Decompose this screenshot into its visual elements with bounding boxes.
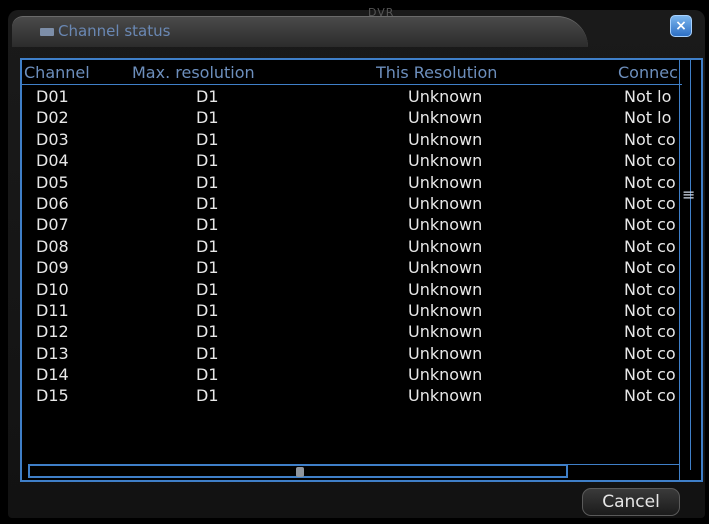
- cell-connection: Not co: [624, 386, 676, 406]
- title-tab: Channel status: [12, 16, 588, 47]
- table-row[interactable]: D06 D1 Unknown Not co: [22, 193, 682, 214]
- cell-this-resolution: Unknown: [408, 300, 483, 320]
- cell-max-resolution: D1: [196, 87, 219, 106]
- cell-channel: D10: [36, 279, 69, 299]
- cell-this-resolution: Unknown: [408, 365, 483, 385]
- cell-max-resolution: D1: [196, 129, 219, 149]
- cell-this-resolution: Unknown: [408, 172, 483, 192]
- cell-connection: Not co: [624, 151, 676, 171]
- cell-max-resolution: D1: [196, 172, 219, 192]
- cell-max-resolution: D1: [196, 215, 219, 235]
- cell-this-resolution: Unknown: [408, 87, 483, 106]
- cell-channel: D12: [36, 322, 69, 342]
- vertical-scrollbar[interactable]: ≡: [679, 60, 701, 480]
- table-row[interactable]: D01 D1 Unknown Not lo: [22, 86, 682, 107]
- cell-connection: Not lo: [624, 87, 672, 106]
- cell-channel: D13: [36, 343, 69, 363]
- table-row[interactable]: D03 D1 Unknown Not co: [22, 129, 682, 150]
- horizontal-scrollbar[interactable]: [28, 464, 568, 478]
- horizontal-scroll-thumb[interactable]: [296, 467, 304, 477]
- cell-max-resolution: D1: [196, 108, 219, 128]
- channel-table-panel: Channel Max. resolution This Resolution …: [20, 58, 703, 482]
- cell-channel: D08: [36, 236, 69, 256]
- cell-connection: Not co: [624, 215, 676, 235]
- cell-connection: Not co: [624, 300, 676, 320]
- cell-channel: D04: [36, 151, 69, 171]
- vertical-scroll-thumb[interactable]: ≡: [682, 187, 695, 203]
- cell-max-resolution: D1: [196, 386, 219, 406]
- cell-this-resolution: Unknown: [408, 236, 483, 256]
- cell-this-resolution: Unknown: [408, 386, 483, 406]
- table-row[interactable]: D12 D1 Unknown Not co: [22, 321, 682, 342]
- cell-channel: D03: [36, 129, 69, 149]
- cell-channel: D01: [36, 87, 69, 106]
- cell-this-resolution: Unknown: [408, 258, 483, 278]
- cell-this-resolution: Unknown: [408, 343, 483, 363]
- table-row[interactable]: D02 D1 Unknown Not lo: [22, 107, 682, 128]
- cancel-button[interactable]: Cancel: [582, 488, 680, 516]
- cell-max-resolution: D1: [196, 300, 219, 320]
- header-channel[interactable]: Channel: [24, 62, 124, 83]
- close-icon: ×: [675, 18, 687, 34]
- window-icon: [40, 28, 54, 36]
- cell-max-resolution: D1: [196, 365, 219, 385]
- table-row[interactable]: D08 D1 Unknown Not co: [22, 236, 682, 257]
- cell-channel: D07: [36, 215, 69, 235]
- vertical-scroll-track: [690, 60, 691, 470]
- cell-channel: D06: [36, 193, 69, 213]
- cell-channel: D15: [36, 386, 69, 406]
- table-row[interactable]: D07 D1 Unknown Not co: [22, 214, 682, 235]
- table-header: Channel Max. resolution This Resolution …: [22, 60, 682, 85]
- cell-this-resolution: Unknown: [408, 322, 483, 342]
- cell-connection: Not co: [624, 365, 676, 385]
- table-body: D01 D1 Unknown Not lo D02 D1 Unknown Not lo D03 D…: [22, 86, 682, 407]
- cell-this-resolution: Unknown: [408, 108, 483, 128]
- cell-connection: Not co: [624, 236, 676, 256]
- cell-this-resolution: Unknown: [408, 215, 483, 235]
- header-connection[interactable]: Connec: [618, 62, 682, 83]
- cell-connection: Not co: [624, 322, 676, 342]
- cell-connection: Not co: [624, 343, 676, 363]
- cell-max-resolution: D1: [196, 236, 219, 256]
- cell-this-resolution: Unknown: [408, 129, 483, 149]
- header-max-resolution[interactable]: Max. resolution: [132, 62, 302, 83]
- horizontal-scroll-track: [568, 464, 680, 478]
- table-row[interactable]: D13 D1 Unknown Not co: [22, 343, 682, 364]
- cell-max-resolution: D1: [196, 322, 219, 342]
- cell-this-resolution: Unknown: [408, 279, 483, 299]
- cell-max-resolution: D1: [196, 151, 219, 171]
- table-row[interactable]: D10 D1 Unknown Not co: [22, 279, 682, 300]
- cell-connection: Not co: [624, 129, 676, 149]
- window-title: Channel status: [58, 22, 171, 40]
- cell-this-resolution: Unknown: [408, 193, 483, 213]
- close-button[interactable]: ×: [670, 15, 692, 37]
- table-row[interactable]: D04 D1 Unknown Not co: [22, 150, 682, 171]
- cell-max-resolution: D1: [196, 343, 219, 363]
- table-row[interactable]: D05 D1 Unknown Not co: [22, 172, 682, 193]
- channel-status-window: DVR Channel status × Channel Max. resolu…: [8, 6, 705, 518]
- header-this-resolution[interactable]: This Resolution: [376, 62, 546, 83]
- cell-connection: Not co: [624, 193, 676, 213]
- cell-max-resolution: D1: [196, 258, 219, 278]
- cell-connection: Not co: [624, 258, 676, 278]
- cell-this-resolution: Unknown: [408, 151, 483, 171]
- table-row[interactable]: D09 D1 Unknown Not co: [22, 257, 682, 278]
- cell-channel: D02: [36, 108, 69, 128]
- channel-table: Channel Max. resolution This Resolution …: [22, 60, 682, 480]
- table-row[interactable]: D14 D1 Unknown Not co: [22, 364, 682, 385]
- cell-max-resolution: D1: [196, 193, 219, 213]
- cell-max-resolution: D1: [196, 279, 219, 299]
- table-row[interactable]: D15 D1 Unknown Not co: [22, 385, 682, 406]
- cell-connection: Not co: [624, 172, 676, 192]
- cell-channel: D09: [36, 258, 69, 278]
- cell-channel: D11: [36, 300, 69, 320]
- cell-connection: Not co: [624, 279, 676, 299]
- cell-connection: Not lo: [624, 108, 672, 128]
- cell-channel: D05: [36, 172, 69, 192]
- cell-channel: D14: [36, 365, 69, 385]
- table-row[interactable]: D11 D1 Unknown Not co: [22, 300, 682, 321]
